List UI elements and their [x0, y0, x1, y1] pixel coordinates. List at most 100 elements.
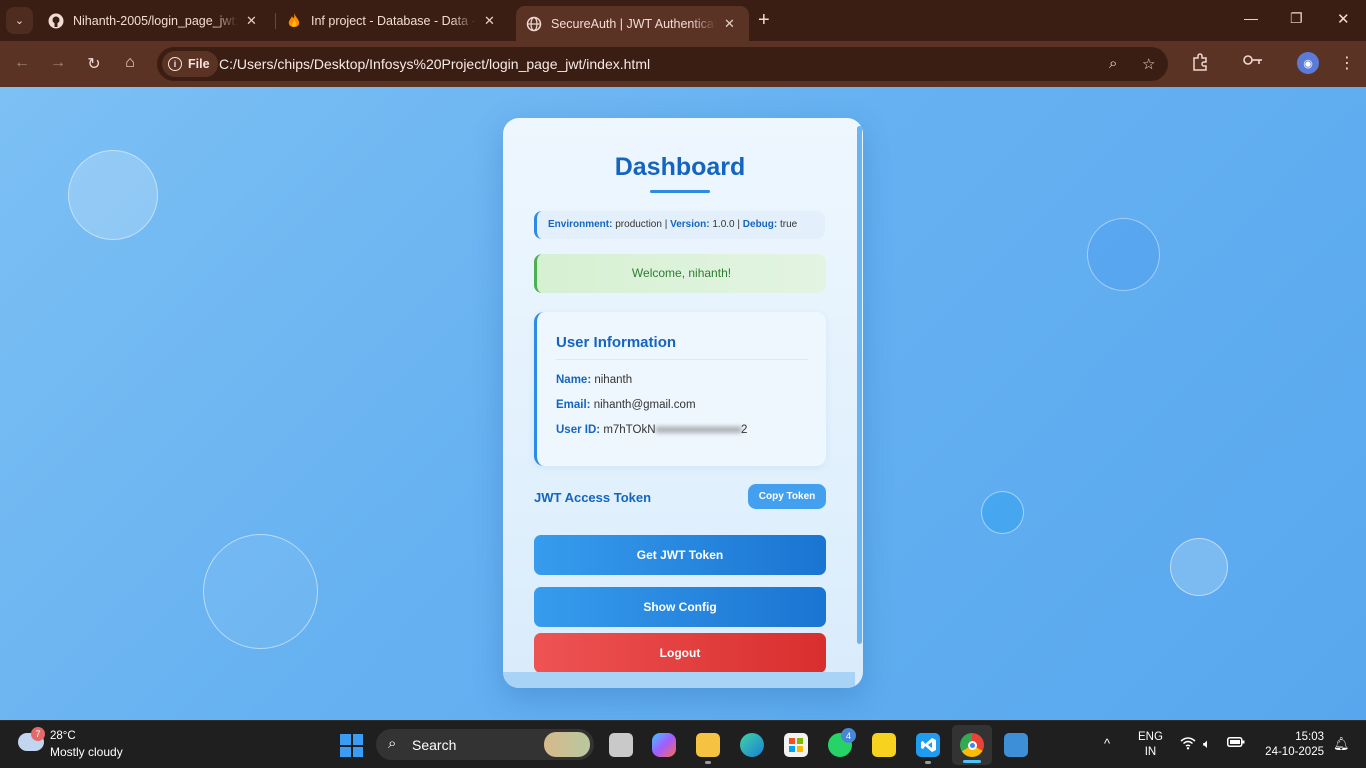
weather-description[interactable]: Mostly cloudy — [50, 745, 123, 759]
weather-badge: 7 — [31, 727, 45, 741]
task-view-icon[interactable] — [609, 733, 633, 757]
user-id-redacted: xxxxxxxxxxxxxxxxxx — [655, 424, 742, 436]
menu-icon[interactable]: ⋮ — [1339, 53, 1355, 73]
battery-icon[interactable] — [1227, 736, 1245, 751]
extensions-icon[interactable] — [1191, 53, 1209, 76]
url-text[interactable]: C:/Users/chips/Desktop/Infosys%20Project… — [219, 56, 650, 72]
volume-icon[interactable]: 🔈︎ — [1203, 736, 1211, 752]
notepad-icon[interactable] — [1004, 733, 1028, 757]
close-icon[interactable]: ✕ — [724, 16, 735, 32]
tab-search-button[interactable]: ⌄ — [6, 7, 33, 34]
user-info-card: User Information Name: nihanth Email: ni… — [534, 312, 826, 466]
debug-label: Debug: — [742, 219, 778, 230]
new-tab-button[interactable]: + — [758, 9, 770, 31]
scrollbar-thumb[interactable] — [857, 126, 862, 644]
whatsapp-badge: 4 — [841, 728, 856, 743]
dashboard-card: Dashboard Environment: production | Vers… — [503, 118, 863, 688]
zoom-icon[interactable]: ⌕ — [1109, 55, 1117, 72]
tab-title: SecureAuth | JWT Authentication — [551, 16, 716, 31]
temperature[interactable]: 28°C — [50, 730, 76, 742]
tab-secureauth[interactable]: SecureAuth | JWT Authentication ✕ — [516, 6, 749, 41]
clock[interactable]: 15:03 24-10-2025 — [1262, 730, 1324, 760]
user-info-heading: User Information — [556, 334, 677, 351]
taskbar: 7 28°C Mostly cloudy ⌕ Search 4 ^ ENG IN… — [0, 720, 1366, 768]
tab-title: Inf project - Database - Data - F — [311, 13, 476, 28]
decorative-bubble — [203, 534, 318, 649]
home-icon[interactable]: ⌂ — [120, 54, 140, 72]
language-indicator[interactable]: ENG IN — [1138, 730, 1163, 760]
reload-icon[interactable]: ↻ — [84, 54, 104, 74]
wifi-icon[interactable] — [1180, 736, 1196, 753]
search-label: Search — [412, 737, 457, 753]
site-info-chip[interactable]: i File — [162, 51, 218, 77]
page-viewport: Dashboard Environment: production | Vers… — [0, 87, 1366, 720]
title-underline — [650, 190, 710, 193]
chrome-icon[interactable] — [960, 733, 984, 757]
microsoft-store-icon[interactable] — [784, 733, 808, 757]
decorative-bubble — [981, 491, 1024, 534]
user-id-row: User ID: m7hTOkNxxxxxxxxxxxxxxxxxx2 — [556, 424, 747, 436]
search-highlight-image — [544, 732, 590, 757]
browser-toolbar: ← → ↻ ⌂ i File C:/Users/chips/Desktop/In… — [0, 41, 1366, 87]
chevron-down-icon: ⌄ — [14, 15, 25, 27]
horizontal-scrollbar[interactable] — [503, 672, 855, 688]
close-icon[interactable]: ✕ — [246, 13, 257, 29]
jwt-token-label: JWT Access Token — [534, 490, 652, 505]
active-app-indicator — [963, 760, 981, 763]
firebase-icon — [286, 12, 302, 29]
show-config-button[interactable]: Show Config — [534, 587, 826, 627]
email-label: Email: — [556, 399, 591, 411]
vscode-icon[interactable] — [916, 733, 940, 757]
page-title: Dashboard — [614, 153, 746, 181]
search-icon: ⌕ — [388, 735, 397, 752]
tab-strip: ⌄ Nihanth-2005/login_page_jwt: T ✕ Inf p… — [0, 0, 1366, 41]
github-icon — [48, 13, 64, 29]
get-jwt-token-button[interactable]: Get JWT Token — [534, 535, 826, 575]
name-value: nihanth — [594, 374, 633, 386]
profile-avatar[interactable]: ◉ — [1297, 52, 1319, 74]
separator: | — [737, 219, 740, 230]
env-label: Environment: — [548, 219, 613, 230]
user-id-value: m7hTOkN — [603, 424, 656, 436]
close-icon[interactable]: ✕ — [484, 13, 495, 29]
taskbar-search[interactable]: ⌕ Search — [376, 729, 594, 760]
restore-icon[interactable]: ❐ — [1290, 10, 1303, 27]
config-bar: Environment: production | Version: 1.0.0… — [534, 211, 825, 239]
logout-button[interactable]: Logout — [534, 633, 826, 673]
decorative-bubble — [1170, 538, 1228, 596]
globe-icon — [526, 16, 542, 32]
tab-firebase[interactable]: Inf project - Database - Data - F ✕ — [276, 6, 514, 35]
version-label: Version: — [670, 219, 710, 230]
info-icon: i — [168, 57, 182, 71]
decorative-bubble — [1087, 218, 1160, 291]
windows-start-icon[interactable] — [340, 734, 363, 757]
back-icon[interactable]: ← — [12, 54, 32, 72]
forward-icon[interactable]: → — [48, 54, 68, 72]
chevron-up-icon[interactable]: ^ — [1104, 736, 1110, 751]
name-label: Name: — [556, 374, 592, 386]
decorative-bubble — [68, 150, 158, 240]
bookmark-star-icon[interactable]: ☆ — [1142, 55, 1155, 73]
time: 15:03 — [1295, 731, 1324, 743]
tab-github[interactable]: Nihanth-2005/login_page_jwt: T ✕ — [38, 6, 274, 35]
edge-icon[interactable] — [740, 733, 764, 757]
file-explorer-icon[interactable] — [696, 733, 720, 757]
minimize-icon[interactable]: — — [1244, 10, 1258, 26]
running-indicator — [705, 761, 711, 764]
close-window-icon[interactable]: ✕ — [1337, 10, 1350, 28]
separator: | — [664, 219, 668, 230]
debug-value: true — [780, 219, 798, 230]
sticky-notes-icon[interactable] — [872, 733, 896, 757]
user-id-label: User ID: — [556, 424, 601, 436]
user-id-value-end: 2 — [741, 424, 748, 436]
address-bar[interactable]: i File C:/Users/chips/Desktop/Infosys%20… — [157, 47, 1168, 81]
scrollbar-track[interactable] — [857, 118, 863, 688]
notifications-icon[interactable]: 🔔︎ — [1333, 736, 1350, 752]
copilot-icon[interactable] — [652, 733, 676, 757]
region-code: IN — [1144, 746, 1157, 758]
user-email-row: Email: nihanth@gmail.com — [556, 399, 696, 411]
tab-title: Nihanth-2005/login_page_jwt: T — [73, 13, 238, 28]
file-label: File — [188, 57, 210, 71]
copy-token-button[interactable]: Copy Token — [748, 484, 826, 509]
password-key-icon[interactable] — [1243, 53, 1263, 72]
